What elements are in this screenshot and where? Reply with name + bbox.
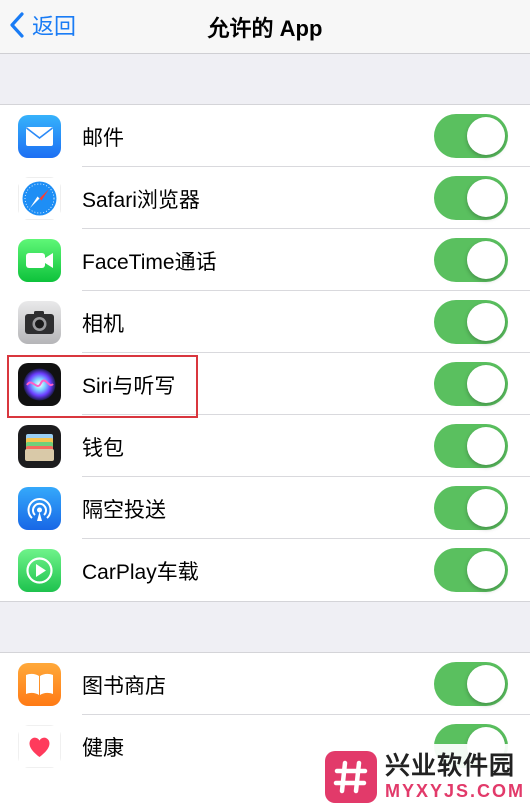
app-label: 隔空投送 <box>82 499 166 522</box>
app-label: 邮件 <box>82 127 124 150</box>
app-label: FaceTime通话 <box>82 251 217 274</box>
mail-icon <box>18 115 61 158</box>
wallet-icon <box>18 425 61 468</box>
app-label: CarPlay车载 <box>82 561 199 584</box>
toggle-knob <box>467 241 505 279</box>
navigation-bar: 返回 允许的 App <box>0 0 530 54</box>
wallet-toggle[interactable] <box>434 424 508 468</box>
books-toggle[interactable] <box>434 662 508 706</box>
app-label: Siri与听写 <box>82 375 176 398</box>
app-label: 健康 <box>82 737 124 760</box>
app-label: 图书商店 <box>82 675 166 698</box>
app-row-mail: 邮件 <box>0 105 530 167</box>
app-row-siri: Siri与听写 <box>0 353 530 415</box>
airdrop-icon <box>18 487 61 530</box>
app-row-books: 图书商店 <box>0 653 530 715</box>
airdrop-toggle[interactable] <box>434 486 508 530</box>
toggle-knob <box>467 179 505 217</box>
page-title: 允许的 App <box>207 16 323 41</box>
books-icon <box>18 663 61 706</box>
app-row-facetime: FaceTime通话 <box>0 229 530 291</box>
camera-toggle[interactable] <box>434 300 508 344</box>
siri-toggle[interactable] <box>434 362 508 406</box>
app-row-wallet: 钱包 <box>0 415 530 477</box>
toggle-knob <box>467 303 505 341</box>
app-label: Safari浏览器 <box>82 189 200 212</box>
camera-icon <box>18 301 61 344</box>
toggle-knob <box>467 427 505 465</box>
app-row-carplay: CarPlay车载 <box>0 539 530 601</box>
mail-toggle[interactable] <box>434 114 508 158</box>
watermark-logo-icon <box>325 751 377 803</box>
toggle-knob <box>467 489 505 527</box>
allowed-apps-list: 邮件 Safari浏览器 FaceTime通话 相机 Siri与听写 钱包 隔空… <box>0 104 530 602</box>
health-icon <box>18 725 61 768</box>
app-label: 钱包 <box>82 437 124 460</box>
app-row-safari: Safari浏览器 <box>0 167 530 229</box>
toggle-knob <box>467 551 505 589</box>
carplay-icon <box>18 549 61 592</box>
toggle-knob <box>467 365 505 403</box>
carplay-toggle[interactable] <box>434 548 508 592</box>
app-row-airdrop: 隔空投送 <box>0 477 530 539</box>
facetime-toggle[interactable] <box>434 238 508 282</box>
watermark-name: 兴业软件园 <box>385 752 516 780</box>
safari-icon <box>18 177 61 220</box>
toggle-knob <box>467 117 505 155</box>
watermark: 兴业软件园 MYXYJS.COM <box>317 744 530 810</box>
toggle-knob <box>467 665 505 703</box>
siri-icon <box>18 363 61 406</box>
facetime-icon <box>18 239 61 282</box>
watermark-text: 兴业软件园 MYXYJS.COM <box>385 752 525 802</box>
safari-toggle[interactable] <box>434 176 508 220</box>
watermark-domain: MYXYJS.COM <box>385 781 526 801</box>
app-label: 相机 <box>82 313 124 336</box>
app-row-camera: 相机 <box>0 291 530 353</box>
